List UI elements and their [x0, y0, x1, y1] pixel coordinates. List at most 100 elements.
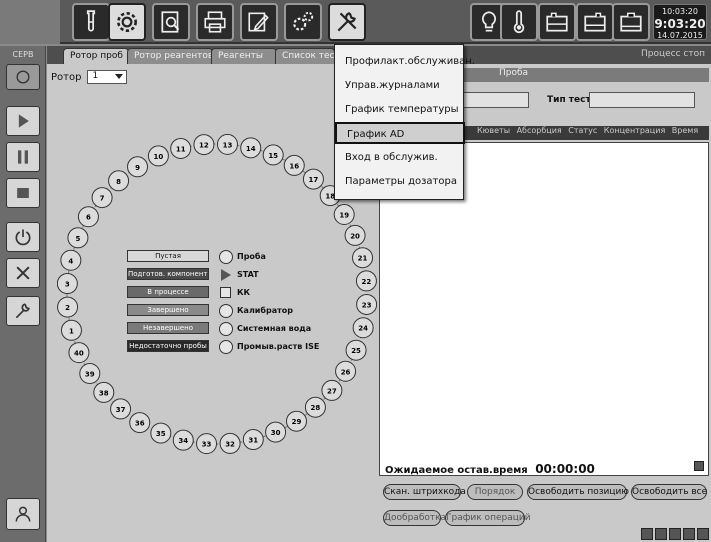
- test-type-field[interactable]: [589, 92, 695, 108]
- user-button[interactable]: [6, 498, 40, 530]
- settings-button[interactable]: [284, 3, 322, 41]
- rotor-position[interactable]: 15: [262, 144, 284, 166]
- rotor-position[interactable]: 24: [352, 317, 374, 339]
- wrench-screwdriver-icon: [337, 12, 357, 32]
- rotor-position[interactable]: 39: [79, 362, 101, 384]
- rotor-position[interactable]: 12: [193, 134, 215, 156]
- sample-type-label: Калибратор: [237, 306, 293, 315]
- rotor-position[interactable]: 34: [172, 429, 194, 451]
- search-results-button[interactable]: [152, 3, 190, 41]
- menu-item-service-login[interactable]: Вход в обслужив.: [335, 147, 465, 169]
- rotor-position[interactable]: 36: [129, 412, 151, 434]
- container-2-button[interactable]: [576, 3, 614, 41]
- sample-type-label: Системная вода: [237, 324, 312, 333]
- rotor-position[interactable]: 37: [110, 398, 132, 420]
- rotor-position[interactable]: 16: [283, 154, 305, 176]
- gears-icon: [293, 11, 314, 31]
- menu-item-temperature-chart[interactable]: График температуры: [335, 99, 465, 121]
- rotor-selector-row: Ротор 1: [51, 70, 128, 84]
- tube-button[interactable]: [72, 3, 110, 41]
- resize-handle[interactable]: [694, 461, 704, 471]
- rotor-ring: [66, 143, 368, 445]
- rotor-position[interactable]: 2: [57, 296, 79, 318]
- rotor-position[interactable]: 23: [356, 293, 378, 315]
- menu-item-log-management[interactable]: Управ.журналами: [335, 75, 465, 97]
- edit-button[interactable]: [240, 3, 278, 41]
- menu-item-maintenance[interactable]: Профилакт.обслуживан.: [335, 51, 475, 73]
- free-position-button[interactable]: Освободить позицию: [527, 484, 629, 500]
- rotor-position[interactable]: 19: [333, 204, 355, 226]
- free-all-button[interactable]: Освободить все: [631, 484, 707, 500]
- rotor-position[interactable]: 21: [352, 247, 374, 269]
- chevron-down-icon: [115, 74, 124, 79]
- rotor-position[interactable]: 28: [304, 396, 326, 418]
- nav-next-icon[interactable]: [683, 528, 695, 540]
- rotor-position[interactable]: 6: [77, 206, 99, 228]
- schedule-button[interactable]: График операций: [445, 510, 531, 526]
- gear-button[interactable]: [108, 3, 146, 41]
- rotor-position[interactable]: 27: [321, 379, 343, 401]
- rotor-position[interactable]: 26: [335, 360, 357, 382]
- sidebar-status-button[interactable]: [6, 64, 40, 90]
- rotor-position[interactable]: 25: [345, 339, 367, 361]
- container-3-button[interactable]: [612, 3, 650, 41]
- scan-barcode-button[interactable]: Скан. штрихкода: [383, 484, 466, 500]
- rotor-position[interactable]: 31: [242, 429, 264, 451]
- rotor-position[interactable]: 30: [265, 421, 287, 443]
- stop-button[interactable]: [6, 178, 40, 208]
- rotor-position[interactable]: 20: [344, 224, 366, 246]
- nav-prev-icon[interactable]: [655, 528, 667, 540]
- rotor-position[interactable]: 11: [170, 137, 192, 159]
- rerun-button[interactable]: Дообработка: [383, 510, 446, 526]
- rotor-position[interactable]: 7: [91, 187, 113, 209]
- rotor-position[interactable]: 4: [60, 249, 82, 271]
- nav-first-icon[interactable]: [641, 528, 653, 540]
- power-button[interactable]: [6, 222, 40, 252]
- reagent-container-icon: [546, 12, 568, 32]
- rotor-position[interactable]: 8: [108, 170, 130, 192]
- rotor-position[interactable]: 33: [196, 433, 218, 455]
- service-menu: Профилакт.обслуживан. Управ.журналами Гр…: [334, 44, 475, 200]
- rotor-position[interactable]: 38: [93, 381, 115, 403]
- menu-item-ad-chart[interactable]: График АD: [335, 122, 465, 144]
- rotor-position[interactable]: 17: [302, 168, 324, 190]
- tab-reagent-rotor[interactable]: Ротор реагентов: [127, 48, 213, 64]
- temperature-button[interactable]: [500, 3, 538, 41]
- rotor-position[interactable]: 22: [355, 270, 377, 292]
- test-tube-icon: [86, 10, 96, 32]
- start-button[interactable]: [6, 106, 40, 136]
- rotor-position[interactable]: 29: [285, 410, 307, 432]
- rotor-position[interactable]: 32: [219, 432, 241, 454]
- rotor-position[interactable]: 5: [67, 227, 89, 249]
- close-x-icon: [16, 266, 30, 280]
- position-number: 31: [248, 437, 258, 445]
- rotor-label: Ротор: [51, 71, 82, 83]
- rotor-position[interactable]: 9: [127, 156, 149, 178]
- position-number: 36: [135, 420, 145, 428]
- rotor-position[interactable]: 14: [240, 137, 262, 159]
- rotor-position[interactable]: 3: [57, 273, 78, 295]
- menu-item-dispenser-params[interactable]: Параметры дозатора: [335, 171, 465, 193]
- tab-reagents[interactable]: Реагенты: [211, 48, 277, 64]
- nav-up-icon[interactable]: [669, 528, 681, 540]
- rotor-position[interactable]: 13: [216, 133, 238, 155]
- tab-test-list[interactable]: Список тестов: [275, 48, 335, 64]
- container-1-button[interactable]: [538, 3, 576, 41]
- tab-sample-rotor[interactable]: Ротор проб: [63, 48, 129, 64]
- print-button[interactable]: [196, 3, 234, 41]
- pause-button[interactable]: [6, 142, 40, 172]
- order-button[interactable]: Порядок: [467, 484, 523, 500]
- rotor-position[interactable]: 1: [60, 319, 82, 341]
- rotor-position[interactable]: 10: [147, 145, 169, 167]
- rotor-position[interactable]: 35: [150, 422, 172, 444]
- circle-icon: [219, 340, 233, 354]
- emergency-stop-button[interactable]: [6, 258, 40, 288]
- position-number: 15: [268, 152, 278, 160]
- service-tools-button[interactable]: [328, 3, 366, 41]
- nav-last-icon[interactable]: [697, 528, 709, 540]
- triangle-icon: [221, 269, 231, 281]
- maintenance-button[interactable]: [6, 296, 40, 326]
- circle-icon: [219, 304, 233, 318]
- rotor-select[interactable]: 1: [87, 70, 128, 84]
- rotor-position[interactable]: 40: [68, 342, 90, 364]
